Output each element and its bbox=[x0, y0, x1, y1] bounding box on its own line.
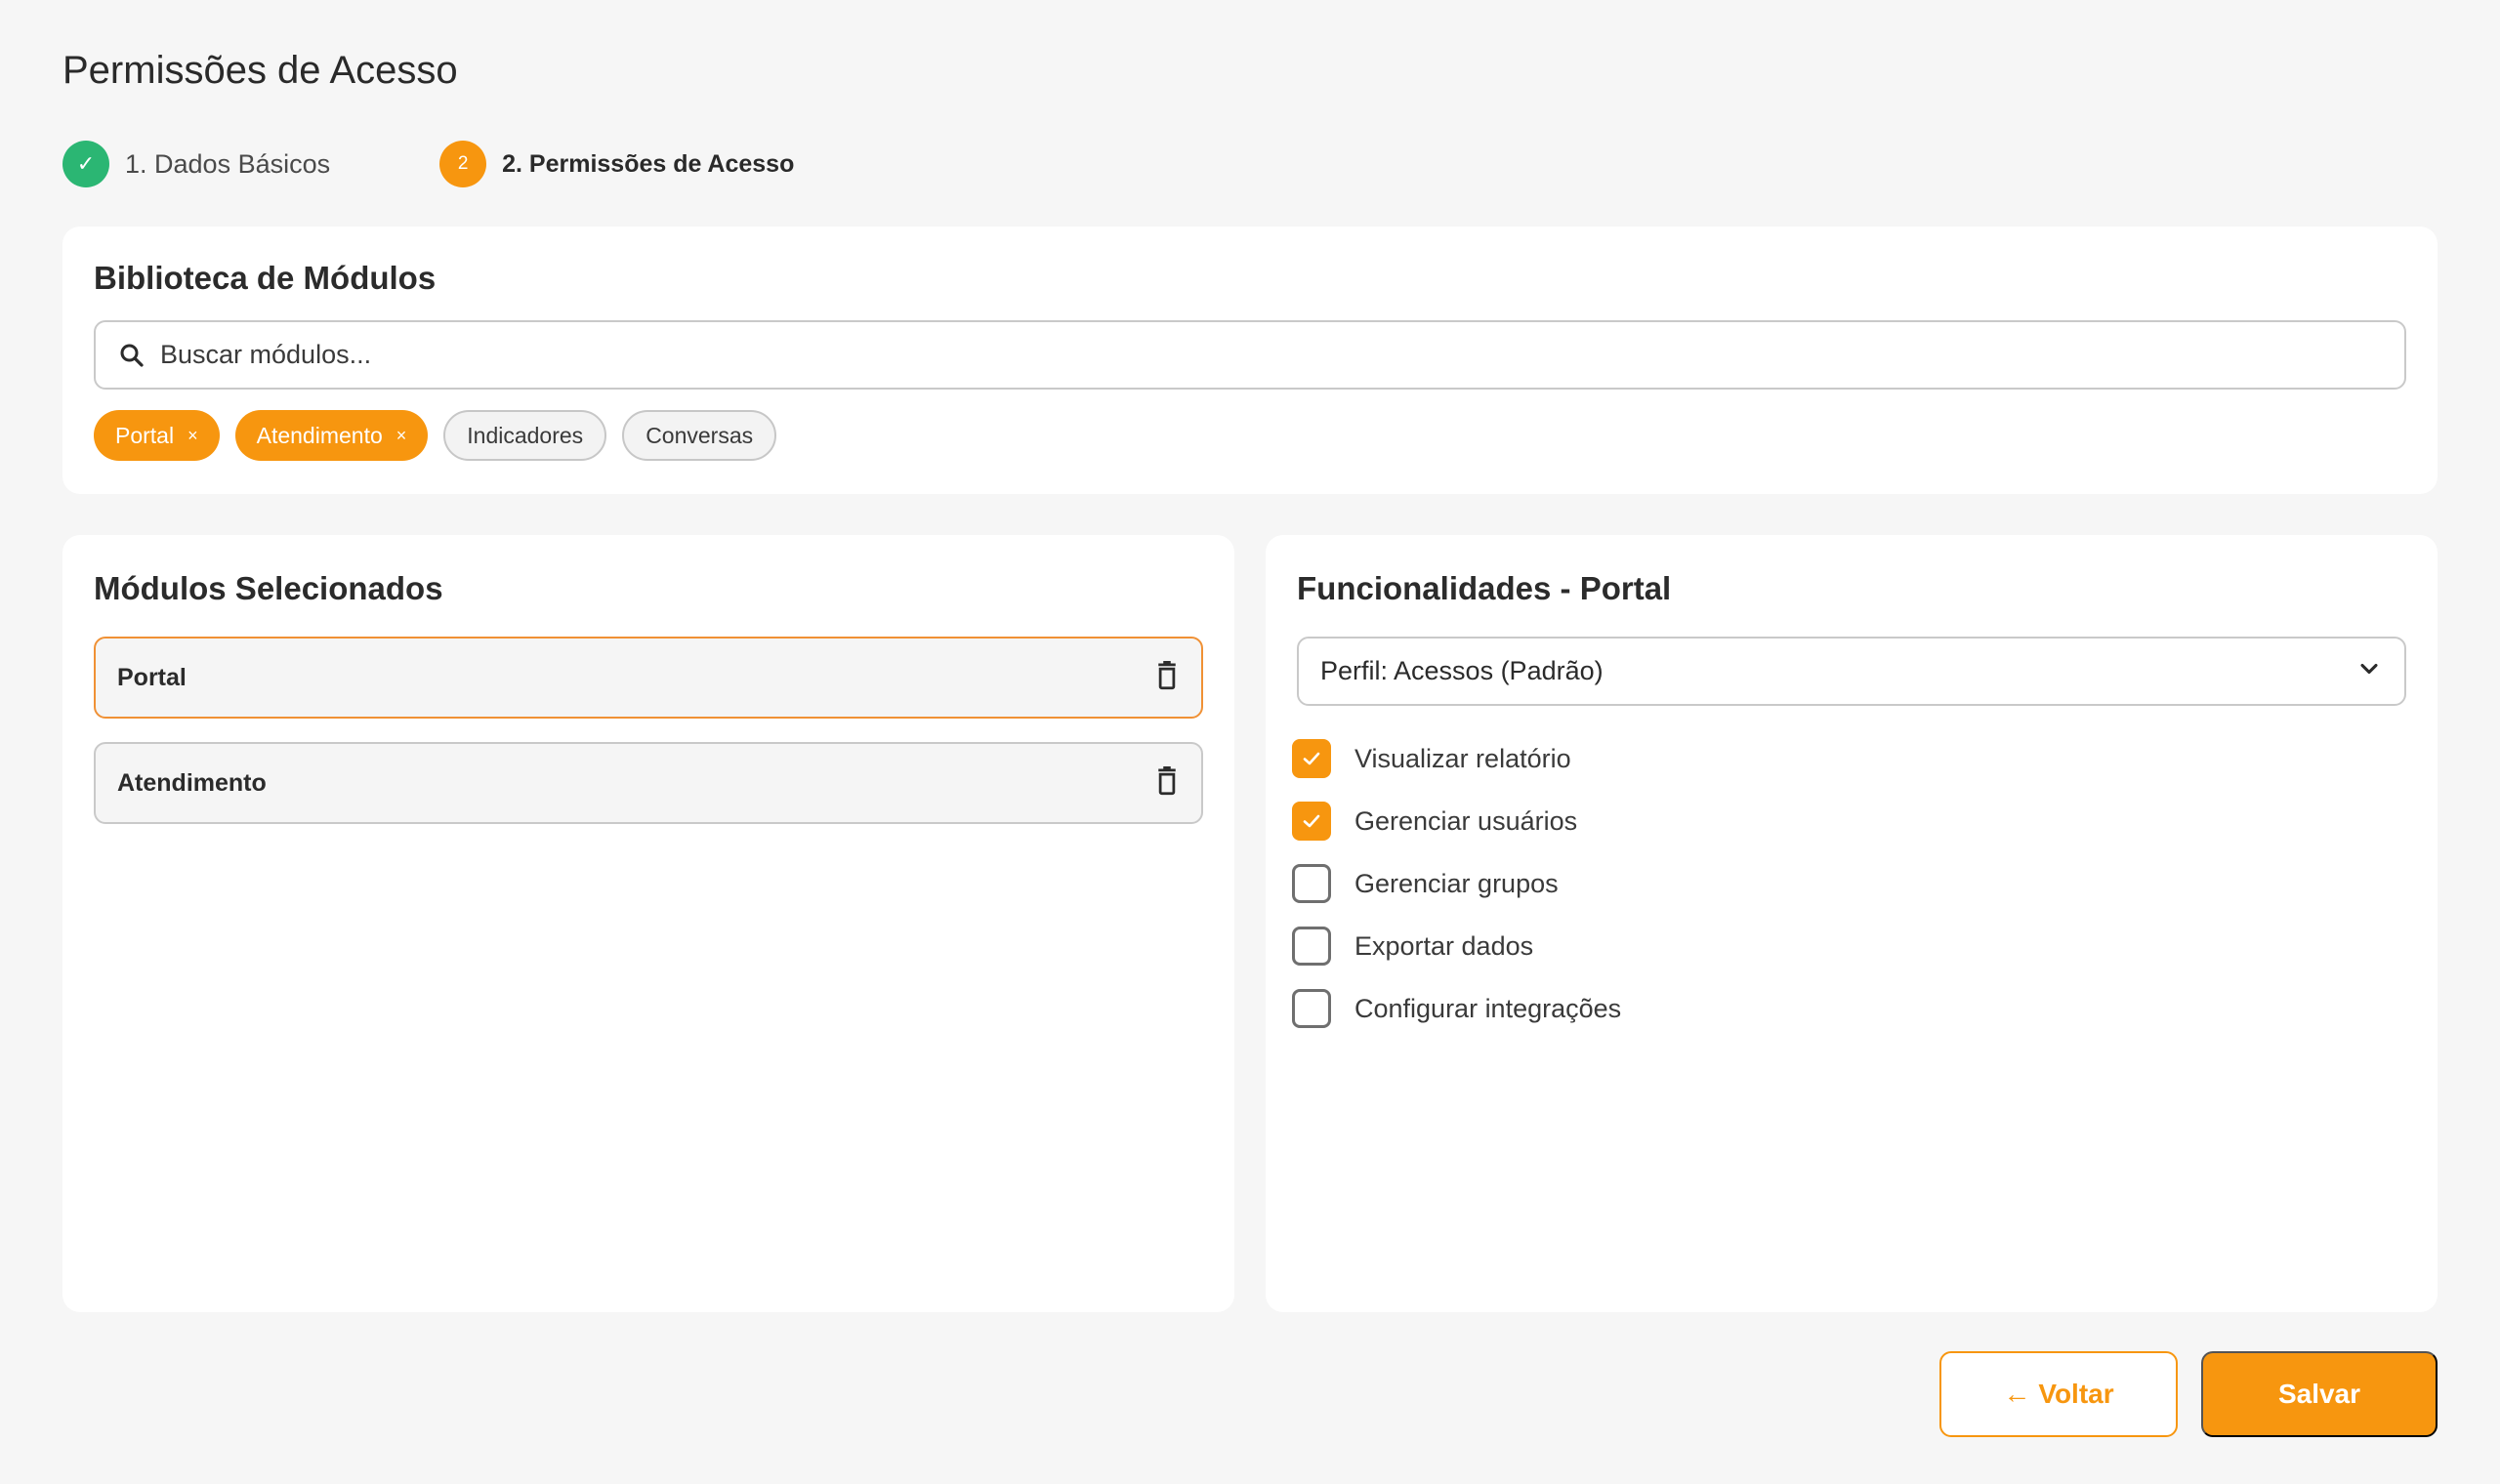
check-icon bbox=[1303, 752, 1320, 765]
checkbox-checked[interactable] bbox=[1292, 802, 1331, 841]
permissions-page: Permissões de Acesso ✓ 1. Dados Básicos … bbox=[0, 0, 2500, 1484]
feature-gerenciar-usuarios[interactable]: Gerenciar usuários bbox=[1292, 790, 2406, 852]
trash-icon[interactable] bbox=[1154, 765, 1180, 801]
profile-select-value: Perfil: Acessos (Padrão) bbox=[1320, 656, 1604, 685]
checkbox-unchecked[interactable] bbox=[1292, 864, 1331, 903]
search-icon bbox=[117, 341, 146, 370]
module-library-card: Biblioteca de Módulos Buscar módulos... … bbox=[62, 227, 2438, 494]
feature-gerenciar-grupos[interactable]: Gerenciar grupos bbox=[1292, 852, 2406, 915]
check-icon: ✓ bbox=[62, 141, 109, 187]
arrow-left-icon: ← bbox=[2003, 1379, 2031, 1409]
checkbox-unchecked[interactable] bbox=[1292, 989, 1331, 1028]
checkbox-label: Exportar dados bbox=[1354, 930, 1534, 961]
module-chips: Portal × Atendimento × Indicadores Conve… bbox=[94, 410, 2406, 461]
trash-icon[interactable] bbox=[1154, 660, 1180, 695]
profile-select[interactable]: Perfil: Acessos (Padrão) bbox=[1297, 637, 2406, 706]
feature-exportar-dados[interactable]: Exportar dados bbox=[1292, 915, 2406, 977]
chip-label: Portal bbox=[115, 422, 175, 448]
module-name: Portal bbox=[117, 663, 187, 691]
back-button-label: Voltar bbox=[2038, 1379, 2114, 1409]
features-title: Funcionalidades - Portal bbox=[1297, 570, 1672, 606]
chip-label: Atendimento bbox=[256, 422, 383, 448]
page-title: Permissões de Acesso bbox=[62, 49, 458, 92]
checkbox-label: Configurar integrações bbox=[1354, 993, 1622, 1023]
step-label: 1. Dados Básicos bbox=[125, 148, 331, 179]
close-icon[interactable]: × bbox=[188, 426, 198, 446]
search-input[interactable]: Buscar módulos... bbox=[94, 320, 2406, 390]
selected-modules-list: Portal Atendimento bbox=[94, 637, 1203, 824]
feature-visualizar-relatorio[interactable]: Visualizar relatório bbox=[1292, 727, 2406, 790]
selected-modules-title: Módulos Selecionados bbox=[94, 570, 443, 606]
chevron-down-icon bbox=[2355, 655, 2383, 687]
step-permissoes[interactable]: 2 2. Permissões de Acesso bbox=[439, 141, 794, 187]
checkbox-label: Visualizar relatório bbox=[1354, 743, 1571, 773]
step-dados-basicos[interactable]: ✓ 1. Dados Básicos bbox=[62, 141, 330, 187]
checkbox-checked[interactable] bbox=[1292, 739, 1331, 778]
module-name: Atendimento bbox=[117, 768, 267, 797]
module-item-portal[interactable]: Portal bbox=[94, 637, 1203, 719]
back-button[interactable]: ← Voltar bbox=[1939, 1351, 2178, 1437]
check-icon bbox=[1303, 814, 1320, 828]
selected-modules-card: Módulos Selecionados Portal Atendimento bbox=[62, 535, 1234, 1312]
features-card: Funcionalidades - Portal Perfil: Acessos… bbox=[1266, 535, 2438, 1312]
chip-indicadores[interactable]: Indicadores bbox=[443, 410, 607, 461]
step-number: 2 bbox=[439, 141, 487, 187]
step-label: 2. Permissões de Acesso bbox=[502, 149, 795, 178]
feature-checklist: Visualizar relatório Gerenciar usuários … bbox=[1292, 727, 2406, 1040]
search-placeholder: Buscar módulos... bbox=[160, 340, 372, 369]
module-item-atendimento[interactable]: Atendimento bbox=[94, 742, 1203, 824]
checkbox-label: Gerenciar usuários bbox=[1354, 805, 1578, 836]
library-title: Biblioteca de Módulos bbox=[94, 260, 437, 296]
save-button[interactable]: Salvar bbox=[2201, 1351, 2438, 1437]
close-icon[interactable]: × bbox=[396, 426, 407, 446]
feature-configurar-integracoes[interactable]: Configurar integrações bbox=[1292, 977, 2406, 1040]
chip-portal[interactable]: Portal × bbox=[94, 410, 220, 461]
chip-label: Conversas bbox=[646, 422, 754, 448]
checkbox-unchecked[interactable] bbox=[1292, 927, 1331, 966]
chip-label: Indicadores bbox=[467, 422, 584, 448]
chip-atendimento[interactable]: Atendimento × bbox=[234, 410, 429, 461]
stepper: ✓ 1. Dados Básicos 2 2. Permissões de Ac… bbox=[62, 141, 903, 187]
chip-conversas[interactable]: Conversas bbox=[622, 410, 777, 461]
checkbox-label: Gerenciar grupos bbox=[1354, 868, 1559, 898]
